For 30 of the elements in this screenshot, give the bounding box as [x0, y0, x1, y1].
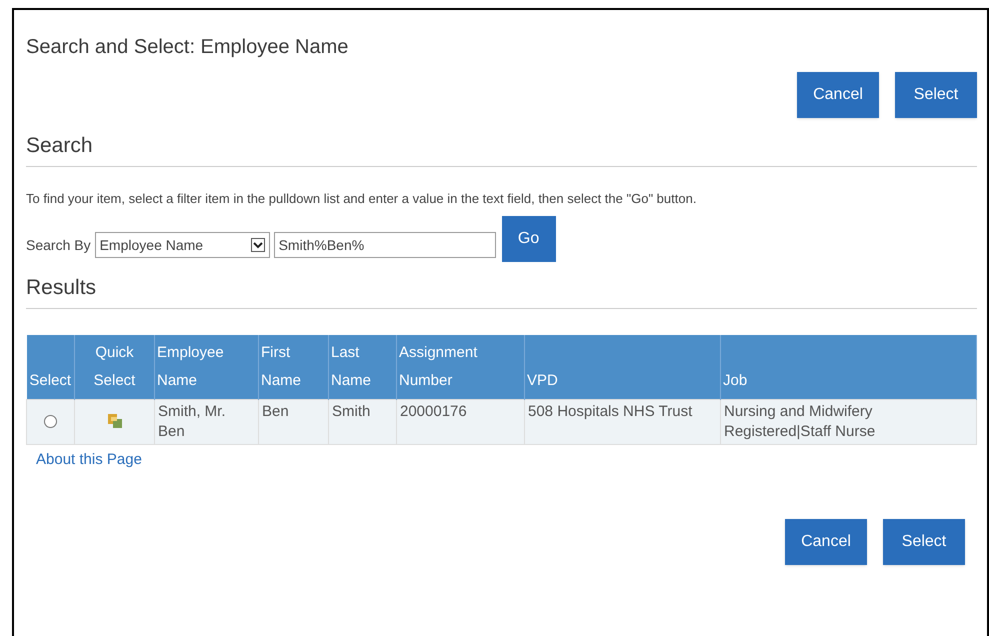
- column-header: Last Name: [328, 334, 396, 399]
- caret-icon: [250, 238, 265, 252]
- column-header: Quick Select: [74, 334, 154, 399]
- instructions-text: To find your item, select a filter item in the pulldown list and enter a value in the text field, then select the "Go" button.: [26, 190, 698, 208]
- filter-dropdown[interactable]: Employee Name: [94, 232, 270, 258]
- table-cell: Smith, Mr. Ben: [154, 399, 258, 444]
- column-header: Select: [26, 334, 74, 399]
- action-button[interactable]: Cancel: [785, 519, 867, 565]
- row-radio[interactable]: [44, 414, 57, 428]
- quick-select-icon[interactable]: [106, 412, 124, 430]
- column-header: Employee Name: [154, 334, 258, 399]
- column-header: First Name: [258, 334, 328, 399]
- column-header: Job: [720, 334, 976, 399]
- table-cell: Ben: [258, 399, 328, 444]
- action-button[interactable]: Cancel: [797, 72, 879, 118]
- go-button[interactable]: Go: [502, 216, 556, 262]
- action-button[interactable]: Select: [883, 519, 965, 565]
- search-input[interactable]: Smith%Ben%: [274, 232, 496, 258]
- column-header: VPD: [524, 334, 720, 399]
- table-cell: Smith: [328, 399, 396, 444]
- action-button[interactable]: Select: [895, 72, 977, 118]
- about-link[interactable]: About this Page: [36, 448, 977, 471]
- search-by-label: Search By: [26, 236, 91, 255]
- table-cell: 20000176: [396, 399, 524, 444]
- dialog-title: Search and Select: Employee Name: [26, 35, 350, 60]
- section-heading: Search: [26, 130, 977, 166]
- section-heading: Results: [26, 272, 977, 308]
- table-cell: Nursing and Midwifery Registered|Staff Nurse: [720, 399, 976, 444]
- table-cell: 508 Hospitals NHS Trust: [524, 399, 720, 444]
- column-header: Assignment Number: [396, 334, 524, 399]
